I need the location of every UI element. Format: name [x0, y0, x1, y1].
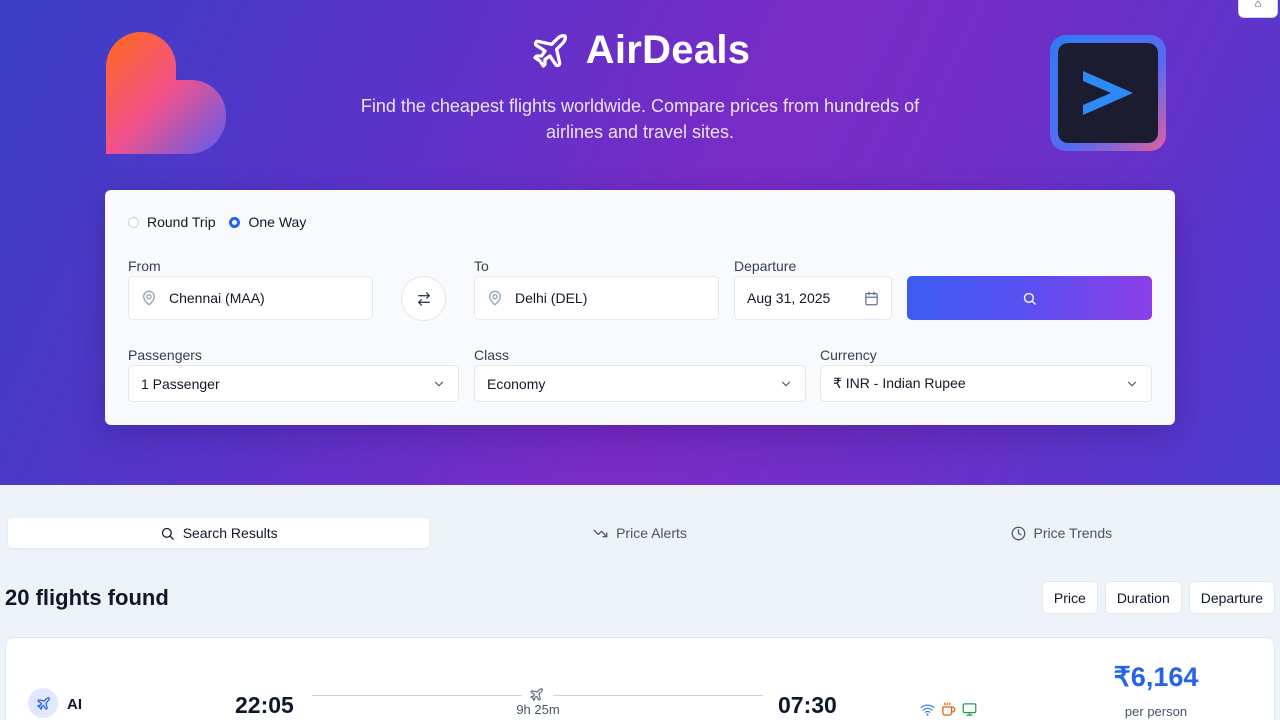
- arrival-time: 07:30: [778, 692, 837, 718]
- search-flights-button[interactable]: [907, 276, 1152, 320]
- tab-search-results[interactable]: Search Results: [8, 518, 430, 548]
- app-name: AirDeals: [585, 28, 751, 72]
- departure-date-field[interactable]: Aug 31, 2025: [734, 276, 892, 320]
- to-label: To: [474, 258, 489, 274]
- currency-select[interactable]: ₹ INR - Indian Rupee: [820, 365, 1152, 402]
- monitor-icon: [962, 703, 977, 716]
- class-value: Economy: [487, 375, 546, 392]
- coffee-icon: [942, 702, 956, 716]
- flight-result-card[interactable]: AI 22:05 9h 25m 07:30 ₹6,164 per person: [5, 637, 1275, 720]
- chevron-down-icon: [434, 381, 444, 386]
- corner-toggle-button[interactable]: ⌂: [1238, 0, 1278, 18]
- from-label: From: [128, 258, 161, 274]
- to-field[interactable]: Delhi (DEL): [474, 276, 719, 320]
- hero-banner: AirDeals Find the cheapest flights world…: [0, 0, 1280, 485]
- search-icon: [161, 527, 174, 540]
- passengers-label: Passengers: [128, 347, 202, 363]
- map-pin-icon: [143, 290, 155, 306]
- search-icon: [1023, 292, 1036, 305]
- swap-arrows-icon: [417, 291, 430, 306]
- radio-one-way[interactable]: One Way: [229, 214, 306, 230]
- clock-icon: [1011, 526, 1025, 540]
- calendar-icon: [865, 291, 878, 305]
- to-value: Delhi (DEL): [515, 290, 588, 306]
- route-line-left: [312, 695, 522, 696]
- passengers-select[interactable]: 1 Passenger: [128, 365, 459, 402]
- departure-value: Aug 31, 2025: [747, 290, 831, 306]
- route-line-right: [553, 695, 763, 696]
- results-count: 20 flights found: [5, 585, 169, 610]
- app-title: AirDeals: [0, 28, 1280, 76]
- sort-price-button[interactable]: Price: [1041, 581, 1098, 614]
- swap-locations-button[interactable]: [401, 276, 446, 321]
- map-pin-icon: [489, 290, 501, 306]
- tab-label: Search Results: [182, 525, 278, 541]
- flight-search-form: Round Trip One Way From Chennai (MAA) To…: [105, 190, 1175, 425]
- radio-indicator-selected: [229, 216, 241, 228]
- chevron-down-icon: [1127, 381, 1137, 386]
- class-select[interactable]: Economy: [474, 365, 806, 402]
- tab-label: Price Alerts: [616, 525, 687, 541]
- from-field[interactable]: Chennai (MAA): [128, 276, 373, 320]
- radio-label: Round Trip: [147, 214, 216, 230]
- amenities-list: [920, 702, 977, 717]
- results-tabs: Search Results Price Alerts Price Trends: [8, 518, 1272, 548]
- currency-value: ₹ INR - Indian Rupee: [833, 375, 966, 391]
- class-label: Class: [474, 347, 510, 363]
- airline-code: AI: [67, 696, 82, 713]
- trending-down-icon: [593, 529, 608, 537]
- sort-duration-button[interactable]: Duration: [1104, 581, 1182, 614]
- tagline: Find the cheapest flights worldwide. Com…: [360, 96, 920, 142]
- sort-options: Price Duration Departure: [1041, 581, 1275, 614]
- from-value: Chennai (MAA): [169, 290, 265, 306]
- flight-duration: 9h 25m: [516, 702, 560, 717]
- radio-indicator: [128, 216, 139, 228]
- departure-time: 22:05: [235, 692, 294, 718]
- radio-round-trip[interactable]: Round Trip: [128, 214, 215, 230]
- chevron-down-icon: [781, 381, 791, 386]
- wifi-icon: [920, 704, 935, 716]
- radio-label: One Way: [248, 214, 307, 230]
- departure-label: Departure: [734, 258, 797, 274]
- currency-label: Currency: [820, 347, 877, 363]
- price-note: per person: [1124, 704, 1188, 719]
- airline-logo: [28, 688, 58, 718]
- sort-departure-button[interactable]: Departure: [1188, 581, 1275, 614]
- trip-type-group: Round Trip One Way: [128, 214, 306, 230]
- airplane-icon: [36, 696, 50, 710]
- tab-label: Price Trends: [1033, 525, 1113, 541]
- tab-price-trends[interactable]: Price Trends: [851, 518, 1272, 548]
- airplane-icon: [530, 688, 543, 701]
- flight-price: ₹6,164: [1113, 662, 1199, 692]
- airplane-icon: [532, 33, 567, 68]
- tab-price-alerts[interactable]: Price Alerts: [429, 518, 850, 548]
- passengers-value: 1 Passenger: [141, 375, 220, 392]
